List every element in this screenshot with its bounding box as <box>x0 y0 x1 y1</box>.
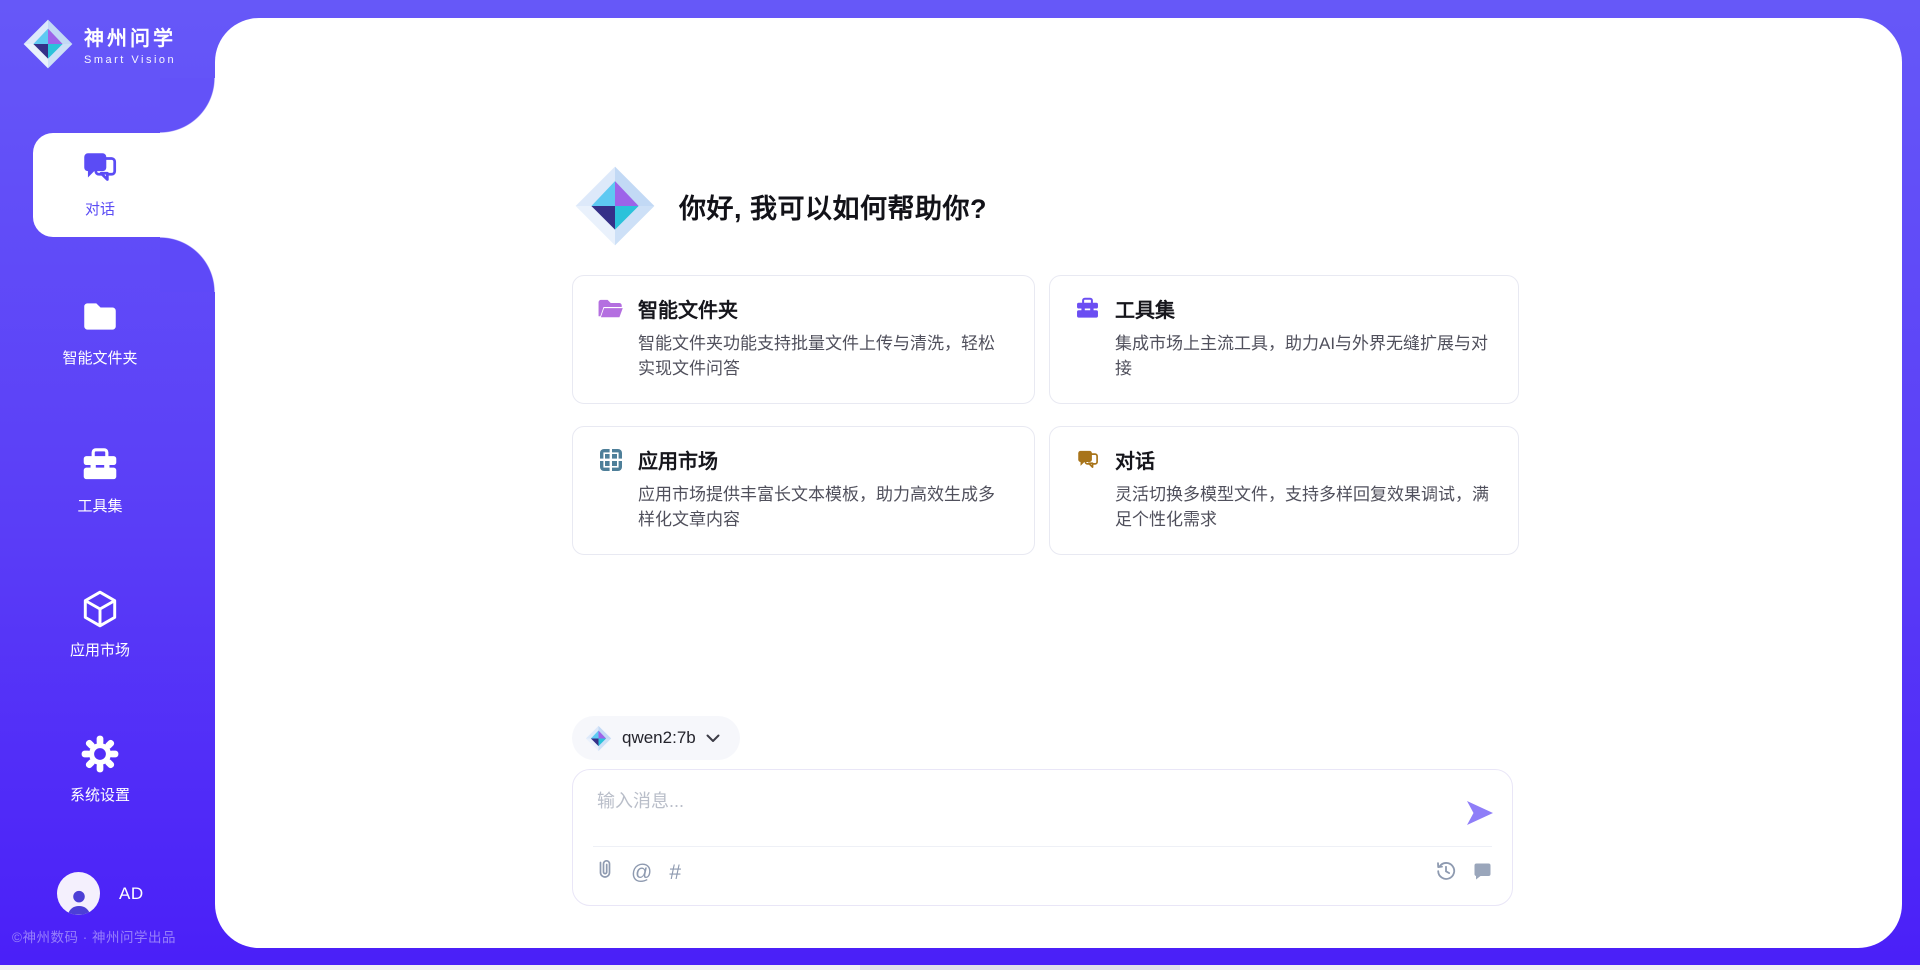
chevron-down-icon <box>706 734 720 743</box>
greeting-title: 你好, 我可以如何帮助你? <box>679 187 987 226</box>
hero: 你好, 我可以如何帮助你? <box>573 164 987 248</box>
card-desc: 应用市场提供丰富长文本模板，助力高效生成多样化文章内容 <box>638 483 1010 532</box>
send-icon <box>1464 797 1496 829</box>
horizontal-scrollbar[interactable] <box>0 965 1920 970</box>
composer-divider <box>593 846 1492 847</box>
topic-button[interactable]: # <box>669 862 681 883</box>
chat-bubble-icon <box>1472 861 1493 882</box>
active-nav-curve-bottom <box>160 237 215 292</box>
message-input[interactable] <box>597 787 1407 839</box>
folder-icon <box>79 296 121 338</box>
history-button[interactable] <box>1435 860 1457 886</box>
sidebar-item-label: 对话 <box>85 198 115 219</box>
message-composer: @ # <box>572 769 1513 906</box>
feature-cards: 智能文件夹 智能文件夹功能支持批量文件上传与清洗，轻松实现文件问答 工具集 集成… <box>572 275 1520 555</box>
card-title: 应用市场 <box>638 445 718 474</box>
card-desc: 灵活切换多模型文件，支持多样回复效果调试，满足个性化需求 <box>1115 483 1494 532</box>
user-icon <box>64 887 94 915</box>
card-title: 智能文件夹 <box>638 294 738 323</box>
paperclip-icon <box>596 859 614 881</box>
card-toolset[interactable]: 工具集 集成市场上主流工具，助力AI与外界无缝扩展与对接 <box>1049 275 1519 404</box>
history-icon <box>1435 860 1457 882</box>
gear-icon <box>79 733 121 775</box>
user-profile[interactable]: AD <box>57 872 144 915</box>
folder-open-icon <box>597 295 624 322</box>
model-logo-icon <box>585 725 612 752</box>
conversation-button[interactable] <box>1472 861 1493 886</box>
card-desc: 智能文件夹功能支持批量文件上传与清洗，轻松实现文件问答 <box>638 332 1010 381</box>
mention-button[interactable]: @ <box>631 862 652 883</box>
scrollbar-thumb[interactable] <box>860 965 1180 970</box>
user-name: AD <box>119 884 144 904</box>
sidebar-item-toolset[interactable]: 工具集 <box>0 444 200 516</box>
copyright-footer: ©神州数码 · 神州问学出品 <box>12 926 176 946</box>
card-title: 工具集 <box>1115 294 1175 323</box>
attach-file-button[interactable] <box>596 859 614 885</box>
at-icon: @ <box>631 861 652 884</box>
send-button[interactable] <box>1463 797 1497 831</box>
avatar <box>57 872 100 915</box>
toolbox-icon <box>1074 295 1101 322</box>
sidebar-item-label: 工具集 <box>77 495 122 516</box>
brand-title: 神州问学 <box>84 22 176 51</box>
card-desc: 集成市场上主流工具，助力AI与外界无缝扩展与对接 <box>1115 332 1494 381</box>
app-logo-icon <box>573 164 657 248</box>
chat-icon <box>79 147 121 189</box>
card-smart-folder[interactable]: 智能文件夹 智能文件夹功能支持批量文件上传与清洗，轻松实现文件问答 <box>572 275 1035 404</box>
active-nav-curve-top <box>160 78 215 133</box>
sidebar-item-settings[interactable]: 系统设置 <box>0 733 200 805</box>
card-app-market[interactable]: 应用市场 应用市场提供丰富长文本模板，助力高效生成多样化文章内容 <box>572 426 1035 555</box>
hash-icon: # <box>669 861 681 884</box>
model-name: qwen2:7b <box>622 728 696 748</box>
sidebar-item-smart-folder[interactable]: 智能文件夹 <box>0 296 200 368</box>
sidebar-item-label: 智能文件夹 <box>62 347 137 368</box>
sidebar-item-app-market[interactable]: 应用市场 <box>0 588 200 660</box>
cube-icon <box>79 588 121 630</box>
sidebar-item-label: 应用市场 <box>70 639 130 660</box>
chat-bubbles-icon <box>1074 446 1101 473</box>
card-chat[interactable]: 对话 灵活切换多模型文件，支持多样回复效果调试，满足个性化需求 <box>1049 426 1519 555</box>
sidebar-item-label: 系统设置 <box>70 784 130 805</box>
apps-grid-icon <box>597 446 624 473</box>
app-root: 你好, 我可以如何帮助你? 智能文件夹 智能文件夹功能支持批量文件上传与清洗，轻… <box>0 0 1920 970</box>
sidebar-item-chat[interactable]: 对话 <box>0 147 200 219</box>
toolbox-icon <box>79 444 121 486</box>
brand-logo-icon <box>22 18 74 70</box>
brand-subtitle: Smart Vision <box>84 54 176 66</box>
model-selector[interactable]: qwen2:7b <box>572 716 740 760</box>
brand: 神州问学 Smart Vision <box>22 18 176 70</box>
card-title: 对话 <box>1115 445 1155 474</box>
main-panel: 你好, 我可以如何帮助你? 智能文件夹 智能文件夹功能支持批量文件上传与清洗，轻… <box>215 18 1902 948</box>
